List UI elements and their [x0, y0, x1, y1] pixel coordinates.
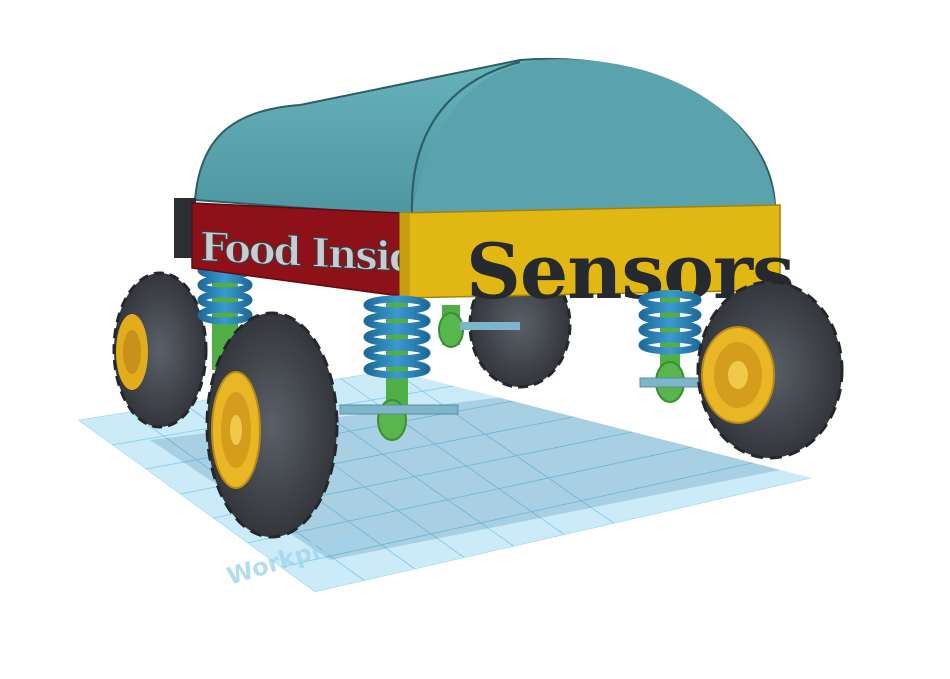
- wheel-back-left[interactable]: [112, 271, 208, 429]
- wheel-front-right[interactable]: [696, 280, 844, 460]
- wheel-front-left[interactable]: [205, 311, 339, 539]
- canopy-dome[interactable]: [193, 57, 777, 217]
- scene-canvas[interactable]: Workplane Food Inside Sensors: [0, 0, 950, 675]
- 3d-viewport[interactable]: Workplane Food Inside Sensors: [0, 0, 950, 675]
